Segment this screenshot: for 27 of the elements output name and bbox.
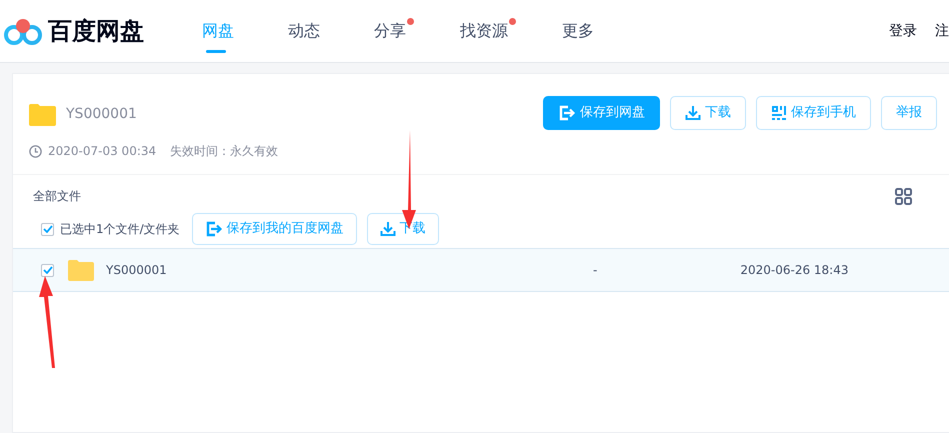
grid-view-icon[interactable] <box>895 188 912 204</box>
folder-icon <box>29 104 56 126</box>
cloud-logo-icon <box>4 16 42 46</box>
expiry-text: 失效时间：永久有效 <box>170 143 278 160</box>
save-icon <box>204 221 223 237</box>
checkbox[interactable] <box>41 222 54 236</box>
nav-tab[interactable]: 找资源 <box>460 1 562 61</box>
nav-tab[interactable]: 动态 <box>288 1 374 61</box>
file-size: - <box>593 262 598 279</box>
breadcrumb-link[interactable]: 全部文件 <box>33 187 81 205</box>
folder-icon <box>68 260 94 280</box>
share-title: YS000001 <box>66 105 137 124</box>
user-link[interactable]: 注 <box>935 20 949 42</box>
brand-name: 百度网盘 <box>48 16 144 47</box>
file-date: 2020-06-26 18:43 <box>740 262 848 279</box>
nav-tab[interactable]: 更多 <box>562 1 648 61</box>
qr-code-icon <box>771 105 787 121</box>
clock-icon <box>29 144 42 158</box>
checkbox[interactable] <box>41 264 54 276</box>
share-date: 2020-07-03 00:34 <box>48 143 156 160</box>
download-icon <box>685 105 701 121</box>
user-link[interactable]: 登录 <box>889 20 917 42</box>
save-icon <box>558 105 576 121</box>
nav-tab[interactable]: 分享 <box>374 1 460 61</box>
selection-label: 已选中1个文件/文件夹 <box>60 221 180 238</box>
file-name[interactable]: YS000001 <box>106 261 593 279</box>
download-icon <box>380 221 396 237</box>
